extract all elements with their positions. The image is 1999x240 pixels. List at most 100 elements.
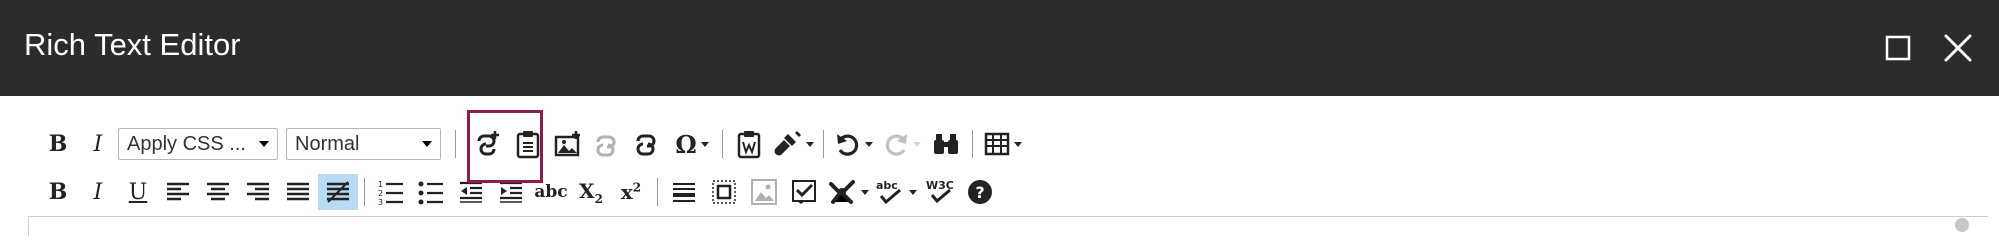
special-character-button[interactable]: Ω xyxy=(668,126,716,162)
insert-image-icon xyxy=(554,131,580,157)
strikethrough-button[interactable]: abc xyxy=(531,174,571,210)
align-left-icon xyxy=(167,182,189,201)
toolbar-separator xyxy=(364,178,365,206)
help-button[interactable]: ? xyxy=(960,174,1000,210)
bold-button-2[interactable]: B xyxy=(38,174,78,210)
maximize-icon xyxy=(1885,35,1911,61)
css-class-select-value: Apply CSS ... xyxy=(127,132,246,155)
w3c-validate-button[interactable]: W3C xyxy=(920,174,960,210)
ordered-list-icon: 1 2 3 xyxy=(378,180,403,206)
underline-label: U xyxy=(128,179,148,205)
link-button[interactable] xyxy=(588,126,628,162)
strike-all-icon xyxy=(327,181,349,203)
scrollbar-thumb[interactable] xyxy=(1955,218,1969,232)
chevron-down-icon xyxy=(700,141,709,147)
paste-from-word-button[interactable] xyxy=(729,126,769,162)
italic-label: I xyxy=(93,131,103,157)
spellcheck-button[interactable]: abc xyxy=(872,174,920,210)
outdent-button[interactable] xyxy=(451,174,491,210)
indent-button[interactable] xyxy=(491,174,531,210)
select-all-button[interactable] xyxy=(704,174,744,210)
link-icon xyxy=(596,135,616,157)
insert-link-button[interactable] xyxy=(468,126,508,162)
bold-button[interactable]: B xyxy=(38,126,78,162)
image-placeholder-button[interactable] xyxy=(744,174,784,210)
paragraph-format-value: Normal xyxy=(295,132,360,155)
help-icon: ? xyxy=(968,180,992,204)
paste-button[interactable] xyxy=(508,126,548,162)
undo-button[interactable] xyxy=(830,126,878,162)
italic-label: I xyxy=(93,179,103,205)
indent-icon xyxy=(500,181,522,203)
toolbar-row-1: B I Apply CSS ... Normal Ω xyxy=(38,126,1027,162)
maximize-button[interactable] xyxy=(1878,28,1918,68)
chevron-down-icon xyxy=(259,141,269,147)
close-icon xyxy=(1944,34,1972,62)
justify-button[interactable] xyxy=(278,174,318,210)
superscript-icon: x2 xyxy=(621,180,641,204)
chevron-down-icon xyxy=(861,189,869,195)
paste-icon xyxy=(516,131,540,159)
svg-text:3: 3 xyxy=(378,198,383,206)
align-center-icon xyxy=(207,182,229,201)
toolbar-separator xyxy=(823,130,824,158)
chevron-down-icon xyxy=(806,141,814,147)
special-character-icon: Ω xyxy=(675,129,697,159)
chevron-down-icon xyxy=(913,141,921,147)
strike-all-button[interactable] xyxy=(318,174,358,210)
wrench-icon xyxy=(829,180,855,204)
svg-text:1: 1 xyxy=(378,180,383,189)
svg-text:2: 2 xyxy=(378,189,383,198)
toolbar-separator xyxy=(972,130,973,158)
table-button[interactable] xyxy=(979,126,1027,162)
subscript-base: X xyxy=(579,178,595,203)
superscript-button[interactable]: x2 xyxy=(611,174,651,210)
toolbar-separator xyxy=(455,130,456,158)
wrench-button[interactable] xyxy=(824,174,872,210)
form-check-button[interactable] xyxy=(784,174,824,210)
insert-image-button[interactable] xyxy=(548,126,588,162)
underline-button[interactable]: U xyxy=(118,174,158,210)
subscript-button[interactable]: X2 xyxy=(571,174,611,210)
toolbar-row-2: B I U 1 2 3 abc X2 x2 abc W3C ? xyxy=(38,174,1000,210)
paste-from-word-icon xyxy=(737,131,761,159)
subscript-suffix: 2 xyxy=(594,191,603,206)
w3c-validate-icon: W3C xyxy=(926,179,954,204)
css-class-select[interactable]: Apply CSS ... xyxy=(118,128,278,160)
bold-label: B xyxy=(48,131,68,157)
align-center-button[interactable] xyxy=(198,174,238,210)
toolbar-separator xyxy=(722,130,723,158)
superscript-base: x xyxy=(620,180,633,204)
justify-icon xyxy=(287,182,309,201)
dialog-title: Rich Text Editor xyxy=(24,27,241,62)
bold-label: B xyxy=(48,179,68,205)
ordered-list-button[interactable]: 1 2 3 xyxy=(371,174,411,210)
chevron-down-icon xyxy=(909,189,917,195)
dialog-titlebar: Rich Text Editor xyxy=(0,0,1999,96)
superscript-suffix: 2 xyxy=(632,180,642,195)
table-icon xyxy=(984,132,1010,156)
chevron-down-icon xyxy=(865,141,873,147)
align-right-icon xyxy=(247,182,269,201)
paragraph-format-select[interactable]: Normal xyxy=(286,128,441,160)
italic-button[interactable]: I xyxy=(78,126,118,162)
editor-content-area[interactable] xyxy=(28,216,1988,236)
redo-button[interactable] xyxy=(878,126,926,162)
svg-text:abc: abc xyxy=(876,179,898,192)
find-icon xyxy=(934,134,958,154)
unordered-list-button[interactable] xyxy=(411,174,451,210)
horizontal-rule-button[interactable] xyxy=(664,174,704,210)
close-button[interactable] xyxy=(1938,28,1978,68)
subscript-icon: X2 xyxy=(579,179,603,206)
unlink-icon xyxy=(636,134,656,156)
unordered-list-icon xyxy=(418,181,443,205)
format-painter-button[interactable] xyxy=(769,126,817,162)
redo-icon xyxy=(885,134,907,156)
align-right-button[interactable] xyxy=(238,174,278,210)
align-left-button[interactable] xyxy=(158,174,198,210)
italic-button-2[interactable]: I xyxy=(78,174,118,210)
find-button[interactable] xyxy=(926,126,966,162)
unlink-button[interactable] xyxy=(628,126,668,162)
horizontal-rule-icon xyxy=(673,183,695,202)
insert-link-icon xyxy=(477,131,499,156)
